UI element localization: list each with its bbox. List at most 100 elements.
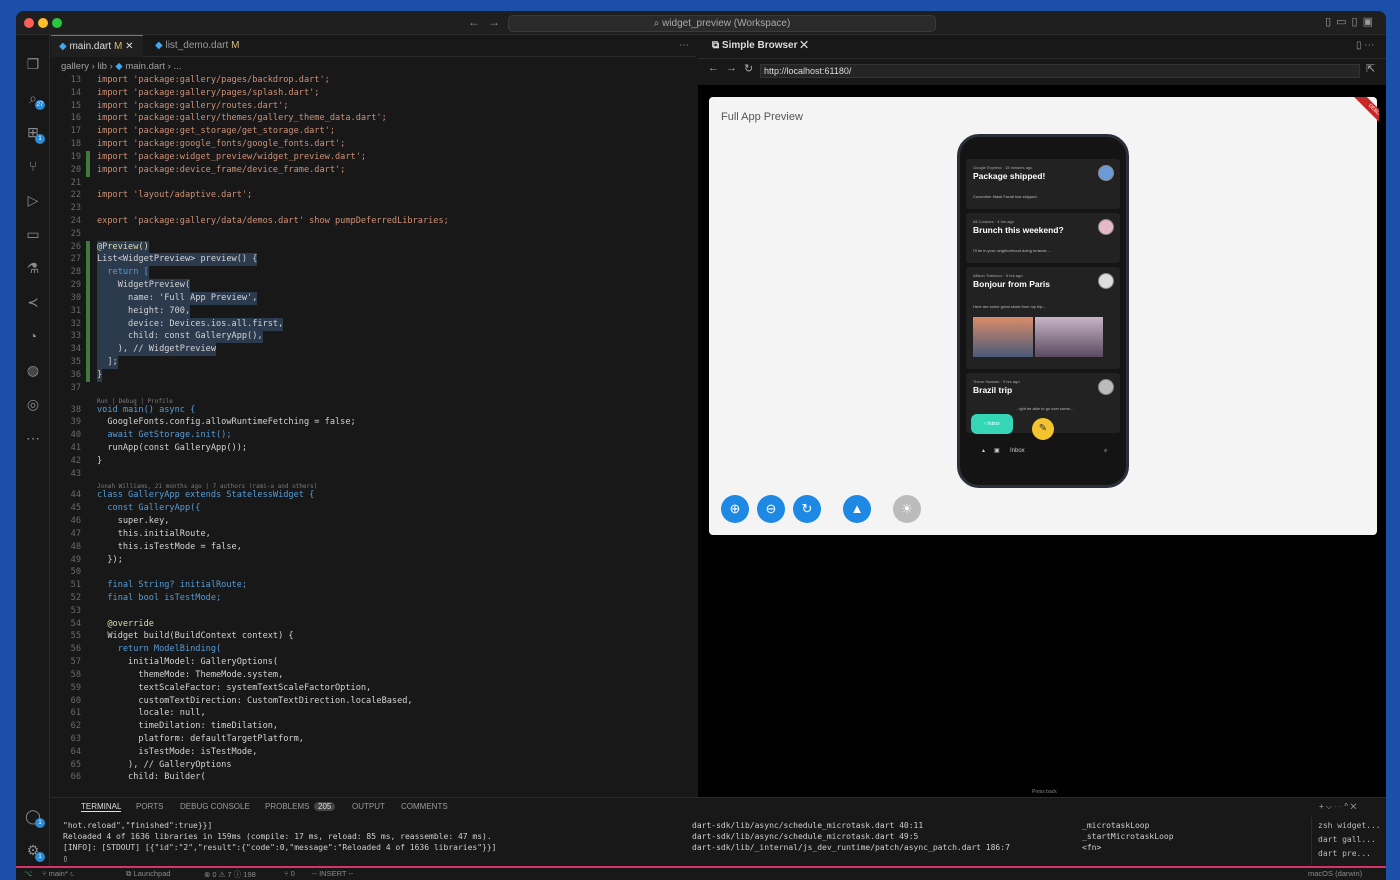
reset-icon[interactable]: ↻ [793,495,821,523]
open-external-icon[interactable]: ⇱ [1366,62,1375,75]
code-line[interactable]: 28 return [ [51,266,691,280]
code-line[interactable]: 45 const GalleryApp({ [51,502,691,515]
url-input[interactable]: http://localhost:61180/ [760,64,1360,78]
extensions-icon[interactable]: ⊞ 1 [24,123,45,144]
code-line[interactable]: 48 this.isTestMode = false, [51,541,691,554]
tab-list-demo-dart[interactable]: ◆ list_demo.dart M [147,35,247,57]
email-card[interactable]: Allison Trabucco · 5 hrs ago Bonjour fro… [966,267,1120,369]
mountain-icon[interactable]: ▲ [843,495,871,523]
code-line[interactable]: 23 [51,202,691,215]
code-line[interactable]: 40 await GetStorage.init(); [51,429,691,442]
code-line[interactable]: 31 height: 700, [51,304,691,318]
code-line[interactable]: 15 import 'package:gallery/routes.dart'; [51,100,691,113]
launchpad-status[interactable]: ⧉ Launchpad [126,869,171,879]
breadcrumb[interactable]: gallery › lib › ◆ main.dart › ... [61,61,181,72]
close-tab-icon[interactable]: ✕ [125,41,133,52]
search-icon[interactable]: ⌕ 27 [24,89,45,110]
inbox-nav-button[interactable]: ‹ Inbox [971,414,1013,434]
code-line[interactable]: 34 ), // WidgetPreview [51,343,691,357]
testing-icon[interactable]: ⚗ [24,259,42,277]
more-icon[interactable]: ⋯ [24,429,42,447]
tab-comments[interactable]: COMMENTS [401,802,448,811]
code-line[interactable]: 41 runApp(const GalleryApp()); [51,442,691,455]
tab-main-dart[interactable]: ◆ main.dart M ✕ [51,35,143,57]
code-line[interactable]: 51 final String? initialRoute; [51,579,691,592]
run-debug-icon[interactable]: ▷ [24,191,42,209]
code-line[interactable]: 20 import 'package:device_frame/device_fr… [51,164,691,177]
code-line[interactable]: 46 super.key, [51,515,691,528]
panel-actions[interactable]: + ⌵ ⋯ ^ ✕ [1319,802,1356,812]
code-line[interactable]: 43 [51,468,691,481]
chevron-up-icon[interactable]: ▴ [982,441,985,461]
split-editor-icon[interactable]: ▯ ⋯ [1348,35,1374,57]
terminal-item[interactable]: zsh widget... [1318,821,1381,830]
codelens[interactable]: Run | Debug | Profile [51,395,691,405]
code-line[interactable]: 17 import 'package:get_storage/get_storag… [51,125,691,138]
code-line[interactable]: 13 import 'package:gallery/pages/backdrop… [51,74,691,87]
tab-debug-console[interactable]: DEBUG CONSOLE [180,802,250,811]
remote-explorer-icon[interactable]: ▭ [24,225,42,243]
code-line[interactable]: 36} [51,368,691,382]
tab-terminal[interactable]: TERMINAL [81,802,122,812]
source-control-icon[interactable]: ⑂ [24,157,42,175]
zoom-in-icon[interactable]: ⊕ [721,495,749,523]
ports-status[interactable]: ⑂ 0 [284,869,295,878]
zoom-out-icon[interactable]: ⊖ [757,495,785,523]
terminal-item[interactable]: dart gall... [1318,835,1376,844]
code-line[interactable]: 61 locale: null, [51,707,691,720]
terminal[interactable]: "hot.reload","finished":true}}] Reloaded… [51,817,1386,865]
history-nav[interactable]: ←→ [468,15,508,29]
code-line[interactable]: 16 import 'package:gallery/themes/gallery… [51,112,691,125]
close-tab-icon[interactable]: ✕ [800,40,808,51]
account-icon[interactable]: ◯ 1 [24,807,45,828]
explorer-icon[interactable]: ❐ [24,55,42,73]
code-line[interactable]: 22 import 'layout/adaptive.dart'; [51,189,691,202]
code-editor[interactable]: 13 import 'package:gallery/pages/backdrop… [51,74,696,796]
remote-indicator-icon[interactable]: ⌥ [24,869,33,878]
code-line[interactable]: 39 GoogleFonts.config.allowRuntimeFetchi… [51,416,691,429]
settings-gear-icon[interactable]: ⚙ 1 [24,841,45,862]
code-line[interactable]: 47 this.initialRoute, [51,528,691,541]
code-line[interactable]: 49 }); [51,554,691,567]
more-actions-icon[interactable]: ⋯ [671,35,689,57]
code-line[interactable]: 32 device: Devices.ios.all.first, [51,317,691,331]
code-line[interactable]: 19 import 'package:widget_preview/widget_… [51,151,691,164]
code-line[interactable]: 57 initialModel: GalleryOptions( [51,656,691,669]
code-line[interactable]: 21 [51,177,691,190]
brightness-icon[interactable]: ☀ [893,495,921,523]
codelens[interactable]: Jonah Williams, 21 months ago | 7 author… [51,480,691,490]
terminal-item[interactable]: dart pre... [1318,849,1371,858]
code-line[interactable]: 44 class GalleryApp extends StatelessWidg… [51,489,691,502]
device-frame[interactable]: Google Express · 15 minutes ago Package … [957,134,1129,488]
code-line[interactable]: 55 Widget build(BuildContext context) { [51,630,691,643]
github-icon[interactable]: ◍ [24,361,42,379]
forward-icon[interactable]: → [726,62,737,74]
email-card[interactable]: Ali Connors · 4 hrs ago Brunch this week… [966,213,1120,263]
tab-simple-browser[interactable]: ⧉ Simple Browser ✕ [704,35,808,57]
code-line[interactable]: 64 isTestMode: isTestMode, [51,746,691,759]
code-line[interactable]: 29 WidgetPreview( [51,279,691,293]
problems-status[interactable]: ⊗ 0 ⚠ 7 ⓘ 198 [204,869,256,880]
code-line[interactable]: 63 platform: defaultTargetPlatform, [51,733,691,746]
code-line[interactable]: 33 child: const GalleryApp(), [51,330,691,344]
code-line[interactable]: 30 name: 'Full App Preview', [51,291,691,305]
code-line[interactable]: 52 final bool isTestMode; [51,592,691,605]
back-icon[interactable]: ← [708,62,719,74]
reload-icon[interactable]: ↻ [744,62,753,75]
code-line[interactable]: 14 import 'package:gallery/pages/splash.d… [51,87,691,100]
timeline-icon[interactable]: ◔ [24,327,42,345]
gitlens-icon[interactable]: ◎ [24,395,42,413]
code-line[interactable]: 59 textScaleFactor: systemTextScaleFacto… [51,682,691,695]
code-line[interactable]: 27 List<WidgetPreview> preview() { [51,253,691,267]
code-line[interactable]: 53 [51,605,691,618]
code-line[interactable]: 35 ]; [51,356,691,370]
code-line[interactable]: 37 [51,382,691,395]
tab-output[interactable]: OUTPUT [352,802,385,811]
minimize-window-button[interactable] [38,18,48,28]
search-icon[interactable]: ⌕ [1104,441,1107,461]
code-line[interactable]: 18 import 'package:google_fonts/google_fo… [51,138,691,151]
code-line[interactable]: 54 @override [51,618,691,631]
close-window-button[interactable] [24,18,34,28]
layout-controls[interactable]: ▯▭▯▣ [1325,15,1378,28]
code-line[interactable]: 60 customTextDirection: CustomTextDirect… [51,695,691,708]
